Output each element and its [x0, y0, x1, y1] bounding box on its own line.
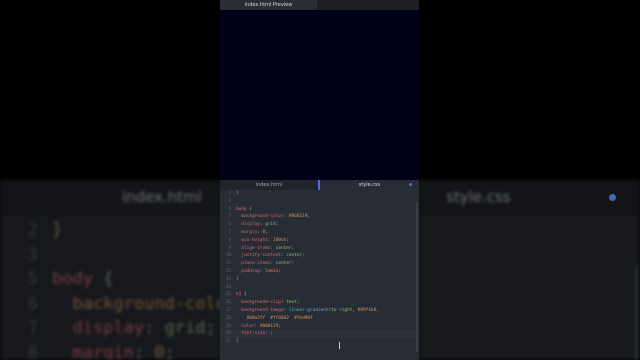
background-line-number: 2 — [27, 220, 38, 240]
line-number: 11 — [225, 261, 231, 267]
code-text[interactable]: margin: 0; — [236, 229, 268, 237]
code-text[interactable]: justify-content: center; — [236, 252, 305, 260]
line-number: 13 — [225, 276, 231, 282]
code-text[interactable]: h1 { — [236, 291, 247, 299]
line-number: 4 — [228, 206, 231, 212]
line-number: 8 — [228, 237, 231, 243]
line-number: 12 — [225, 269, 231, 274]
code-line[interactable]: 18 #00a2ff, #ff00d2, #fed90f; — [220, 315, 419, 323]
code-line[interactable]: 16 background-clip: text; — [220, 299, 419, 307]
code-text[interactable]: background-clip: text; — [236, 299, 299, 307]
text-cursor-icon — [339, 342, 342, 349]
code-text[interactable]: place-items: center; — [236, 260, 294, 268]
line-number: 9 — [228, 245, 231, 251]
code-line[interactable]: 15 h1 { — [220, 291, 419, 299]
line-number: 17 — [225, 308, 231, 313]
code-text[interactable]: align-items: center; — [236, 245, 294, 253]
code-line[interactable]: 12 padding: 5vmin; — [220, 268, 419, 276]
background-tab-style: style.css — [446, 188, 511, 206]
code-text[interactable]: #00a2ff, #ff00d2, #fed90f; — [236, 315, 316, 323]
code-text[interactable]: background-image: linear-gradient(to rig… — [236, 307, 379, 315]
code-text[interactable]: } — [236, 276, 239, 284]
editor-window: index.html Preview index.html style.css … — [220, 0, 419, 360]
line-number: 20 — [225, 331, 231, 337]
code-line[interactable]: 13} — [220, 276, 419, 284]
code-line[interactable]: 11 place-items: center; — [220, 260, 419, 268]
code-line[interactable]: 4 body { — [220, 206, 419, 214]
background-code-text: body { — [52, 269, 114, 289]
line-number: 6 — [228, 222, 231, 228]
code-text[interactable]: background-color: #000119; — [236, 213, 310, 221]
preview-heading — [306, 100, 336, 108]
background-code-text: } — [52, 220, 63, 240]
preview-pane[interactable] — [220, 10, 419, 180]
code-line[interactable]: 5 background-color: #000119; — [220, 213, 419, 221]
code-line[interactable]: 20 font-size: ; — [220, 330, 419, 339]
code-text[interactable]: padding: 5vmin; — [236, 268, 281, 276]
preview-tabbar: index.html Preview — [220, 0, 419, 10]
code-line[interactable]: 14 — [220, 284, 419, 292]
code-line[interactable]: 19 color: #000119; — [220, 323, 419, 331]
code-line[interactable]: 2} — [220, 190, 419, 198]
line-number: 3 — [228, 198, 231, 204]
line-number: 16 — [225, 300, 231, 306]
background-scrollbar — [635, 266, 638, 360]
code-line[interactable]: 7 margin: 0; — [220, 229, 419, 237]
editor-scrollbar[interactable] — [416, 202, 418, 352]
code-text[interactable]: font-size: ; — [236, 330, 273, 338]
code-text[interactable]: } — [236, 190, 239, 198]
line-number: 5 — [228, 214, 231, 220]
tab-style-css[interactable]: style.css — [320, 180, 419, 190]
code-line[interactable]: 6 display: grid; — [220, 221, 419, 229]
line-number: 14 — [225, 284, 231, 290]
background-modified-dot — [609, 194, 616, 201]
tab-preview[interactable]: index.html Preview — [220, 0, 317, 10]
line-number: 21 — [225, 339, 231, 345]
code-line[interactable]: 17 background-image: linear-gradient(to … — [220, 307, 419, 315]
code-text[interactable]: } — [236, 338, 239, 346]
code-line[interactable]: 3 — [220, 198, 419, 206]
code-line[interactable]: 8 min-height: 100vh; — [220, 237, 419, 245]
background-code-text: background-colo — [52, 293, 226, 314]
code-line[interactable]: 10 justify-content: center; — [220, 252, 419, 260]
line-number: 19 — [225, 323, 231, 329]
line-number: 10 — [225, 253, 231, 259]
line-number: 7 — [228, 230, 231, 235]
background-line-number: 7 — [27, 318, 38, 338]
code-text[interactable]: body { — [236, 206, 252, 214]
background-line-number: 3 — [27, 244, 38, 265]
code-text[interactable]: min-height: 100vh; — [236, 237, 289, 245]
background-line-number: 6 — [27, 293, 38, 314]
line-number: 15 — [225, 292, 231, 298]
code-line[interactable]: 21} — [220, 338, 419, 346]
code-editor[interactable]: index.html style.css 2} 3 4 body {5 backgro… — [220, 180, 419, 360]
line-number: 18 — [225, 315, 231, 321]
background-line-number: 8 — [27, 342, 38, 360]
background-code-text: display: grid; — [72, 318, 216, 338]
code-text[interactable]: display: grid; — [236, 221, 278, 229]
code-text[interactable]: color: #000119; — [236, 323, 281, 331]
background-line-number: 5 — [27, 269, 38, 289]
line-number: 2 — [228, 191, 231, 196]
editor-tabbar: index.html style.css — [220, 180, 419, 190]
modified-dot-icon — [409, 183, 412, 186]
code-line[interactable]: 9 align-items: center; — [220, 245, 419, 253]
background-code-text: margin: 0; — [72, 342, 175, 360]
tab-index-html[interactable]: index.html — [220, 180, 318, 190]
background-tab-index: index.html — [122, 188, 202, 206]
